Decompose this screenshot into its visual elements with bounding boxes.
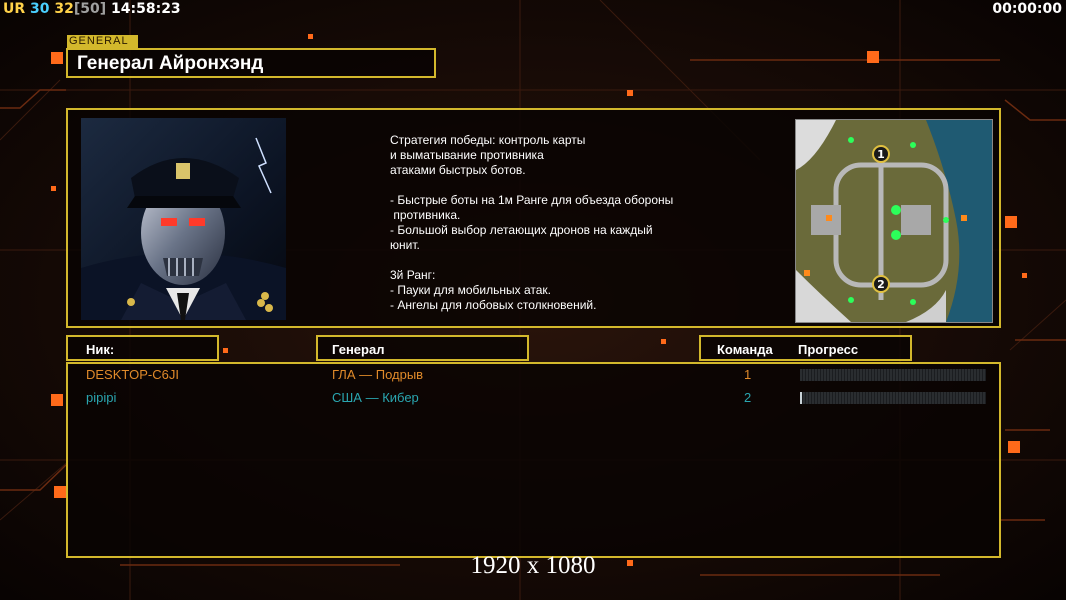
game-timer: 00:00:00 <box>992 1 1062 17</box>
fps-counter: UR 30 32[50] 14:58:23 <box>3 1 181 17</box>
resolution-label: 1920 x 1080 <box>470 552 596 579</box>
header-team-label: Команда <box>717 342 773 357</box>
general-description: Стратегия победы: контроль карты и вымат… <box>390 133 674 312</box>
player-progress-fill <box>800 392 802 404</box>
clock: 14:58:23 <box>111 1 181 17</box>
header-nick: Ник: <box>66 335 219 361</box>
map-preview: 1 2 <box>795 119 993 323</box>
header-progress-label: Прогресс <box>798 342 859 357</box>
header-nick-label: Ник: <box>86 342 115 357</box>
player-nick: DESKTOP-C6JI <box>86 367 179 382</box>
map-start-2: 2 <box>877 278 885 291</box>
fps-value: 30 <box>30 1 50 17</box>
player-progress-bar <box>800 392 986 404</box>
header-team-progress: Команда Прогресс <box>699 335 912 361</box>
player-row: DESKTOP-C6JI ГЛА — Подрыв 1 <box>68 365 999 385</box>
fps-limit: [50] <box>73 1 107 17</box>
general-title-panel: Генерал Айронхэнд <box>66 48 436 78</box>
header-general: Генерал <box>316 335 529 361</box>
general-section-tag: GENERAL <box>67 35 138 48</box>
player-row: pipipi США — Кибер 2 <box>68 388 999 408</box>
fps-value-2: 32 <box>54 1 74 17</box>
general-info-panel: Стратегия победы: контроль карты и вымат… <box>66 108 1001 328</box>
player-team: 1 <box>744 367 752 382</box>
header-general-label: Генерал <box>332 342 385 357</box>
player-general: ГЛА — Подрыв <box>332 367 424 382</box>
player-progress-bar <box>800 369 986 381</box>
map-start-1: 1 <box>877 148 885 161</box>
player-nick: pipipi <box>86 390 117 405</box>
player-team: 2 <box>744 390 752 405</box>
general-portrait <box>81 118 286 320</box>
general-name: Генерал Айронхэнд <box>77 53 264 74</box>
players-list: DESKTOP-C6JI ГЛА — Подрыв 1 pipipi США —… <box>66 362 1001 558</box>
player-general: США — Кибер <box>332 390 419 405</box>
ur-label: UR <box>3 1 26 17</box>
